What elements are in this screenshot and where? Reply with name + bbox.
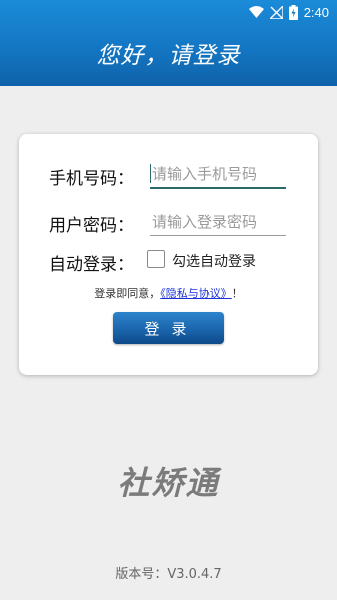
agreement-text: 登录即同意，《隐私与协议》！: [19, 285, 318, 301]
privacy-agreement-link[interactable]: 《隐私与协议》: [160, 287, 232, 300]
login-button[interactable]: 登录: [113, 312, 224, 344]
status-time: 2:40: [303, 4, 329, 20]
status-icons: 2:40: [248, 3, 329, 21]
login-card: 手机号码： 用户密码： 自动登录： 勾选自动登录 登录即同意，《隐私与协议》！ …: [19, 134, 318, 375]
battery-charging-icon: [288, 4, 298, 20]
phone-input[interactable]: [150, 161, 286, 189]
phone-label: 手机号码：: [49, 169, 134, 189]
text-cursor: [150, 164, 151, 183]
auto-login-checkbox[interactable]: [147, 250, 165, 268]
version-label: 版本号：V3.0.4.7: [115, 567, 222, 582]
page-title: 您好，请登录: [96, 43, 241, 69]
password-label: 用户密码：: [49, 216, 134, 236]
wifi-icon: [248, 6, 264, 18]
password-input[interactable]: [150, 209, 286, 236]
agreement-prefix: 登录即同意，: [94, 287, 161, 300]
auto-login-checkbox-label[interactable]: 勾选自动登录: [172, 251, 256, 271]
auto-login-label: 自动登录：: [49, 255, 134, 275]
agreement-suffix: ！: [231, 287, 243, 300]
app-header: 2:40 您好，请登录: [0, 0, 337, 86]
no-signal-icon: [269, 5, 283, 19]
status-bar: 2:40: [0, 0, 337, 24]
brand-logo-text: 社矫通: [117, 464, 220, 502]
